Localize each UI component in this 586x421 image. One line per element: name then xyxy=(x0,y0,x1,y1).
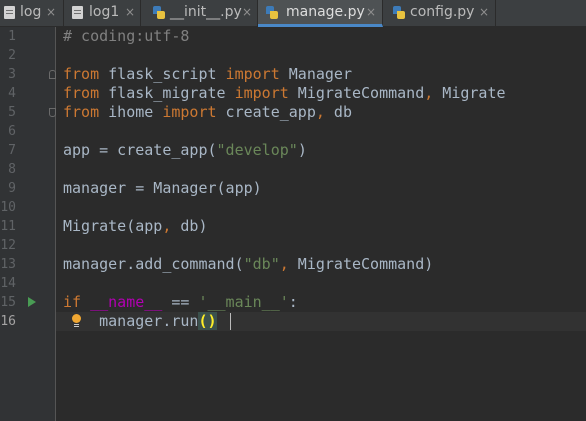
close-icon[interactable]: × xyxy=(242,6,252,18)
tab-label: config.py xyxy=(410,4,475,20)
code-line: manager.run() xyxy=(63,312,217,331)
close-icon[interactable]: × xyxy=(125,6,135,18)
line-number: 11 xyxy=(0,219,16,234)
line-number: 15 xyxy=(0,295,16,310)
tab-init-py[interactable]: __init__.py × xyxy=(141,0,258,27)
code-token: MigrateCommand) xyxy=(288,255,434,273)
tab-label: manage.py xyxy=(286,4,365,20)
code-token: '__main__' xyxy=(198,293,289,311)
code-token: __name__ xyxy=(90,293,163,311)
tab-manage-py[interactable]: manage.py × xyxy=(258,0,383,27)
code-token: MigrateCommand xyxy=(288,84,425,102)
code-token: Migrate(app xyxy=(63,217,163,235)
line-number: 13 xyxy=(0,257,16,272)
code-token: : xyxy=(288,293,298,311)
tab-log1[interactable]: log1 × xyxy=(64,0,141,27)
code-line: from flask_migrate import MigrateCommand… xyxy=(63,84,506,103)
code-token: from xyxy=(63,84,100,102)
code-token: db xyxy=(324,103,352,121)
code-token: manager.run xyxy=(63,312,199,330)
code-line: from flask_script import Manager xyxy=(63,65,352,84)
tab-config-py[interactable]: config.py × xyxy=(383,0,496,27)
code-token: from xyxy=(63,65,100,83)
code-token: create_app xyxy=(216,103,316,121)
fold-start-icon[interactable] xyxy=(49,70,56,79)
code-token: , xyxy=(424,84,434,102)
code-token: , xyxy=(315,103,325,121)
line-number: 4 xyxy=(8,86,16,101)
code-token: ihome xyxy=(99,103,163,121)
code-token: flask_script xyxy=(99,65,226,83)
line-number: 12 xyxy=(0,238,16,253)
line-number-gutter[interactable]: 1 2 3 4 5 6 7 8 9 10 11 12 13 14 15 16 xyxy=(0,27,56,421)
code-editor[interactable]: # coding:utf-8 from flask_script import … xyxy=(56,27,586,421)
line-number: 14 xyxy=(0,276,16,291)
code-token: "develop" xyxy=(216,141,298,159)
run-arrow-icon[interactable] xyxy=(28,297,36,307)
close-icon[interactable]: × xyxy=(46,6,56,18)
fold-end-icon[interactable] xyxy=(49,108,56,117)
tab-label: log xyxy=(20,4,42,20)
code-line: if __name__ == '__main__': xyxy=(63,293,298,312)
code-token: import xyxy=(234,84,289,102)
line-number: 7 xyxy=(8,143,16,158)
code-token: == xyxy=(162,293,199,311)
line-number: 9 xyxy=(8,181,16,196)
text-file-icon xyxy=(4,6,15,19)
code-line: manager = Manager(app) xyxy=(63,179,262,198)
code-line: # coding:utf-8 xyxy=(63,27,189,46)
code-token: () xyxy=(198,312,217,330)
line-number: 6 xyxy=(8,124,16,139)
code-token: Manager xyxy=(279,65,352,83)
code-token: manager = Manager(app) xyxy=(63,179,262,197)
code-token: ) xyxy=(297,141,307,159)
line-number: 5 xyxy=(8,105,16,120)
python-file-icon xyxy=(393,6,405,19)
python-file-icon xyxy=(266,6,278,19)
code-token: db) xyxy=(171,217,208,235)
code-line: from ihome import create_app, db xyxy=(63,103,352,122)
code-line: app = create_app("develop") xyxy=(63,141,307,160)
code-line: manager.add_command("db", MigrateCommand… xyxy=(63,255,433,274)
code-token: # coding:utf-8 xyxy=(63,27,190,45)
code-token: if xyxy=(63,293,82,311)
close-icon[interactable]: × xyxy=(479,6,489,18)
code-token: manager.add_command( xyxy=(63,255,244,273)
text-file-icon xyxy=(72,6,83,19)
line-number: 1 xyxy=(8,29,16,44)
tab-label: __init__.py xyxy=(170,4,242,20)
line-number: 10 xyxy=(0,200,16,215)
lightbulb-icon[interactable] xyxy=(71,314,82,330)
code-token: flask_migrate xyxy=(99,84,235,102)
close-icon[interactable]: × xyxy=(366,6,376,18)
code-token: "db" xyxy=(243,255,280,273)
text-caret xyxy=(230,313,231,330)
line-number-current: 16 xyxy=(0,314,16,329)
code-token: from xyxy=(63,103,100,121)
code-token: Migrate xyxy=(433,84,506,102)
code-token: import xyxy=(162,103,217,121)
code-token: , xyxy=(279,255,289,273)
code-token: app = create_app( xyxy=(63,141,217,159)
line-number: 2 xyxy=(8,48,16,63)
line-number: 8 xyxy=(8,162,16,177)
tab-log[interactable]: log × xyxy=(0,0,64,27)
line-number: 3 xyxy=(8,67,16,82)
code-line: Migrate(app, db) xyxy=(63,217,208,236)
python-file-icon xyxy=(153,6,165,19)
editor-window: log × log1 × __init__.py × manage.py × c… xyxy=(0,0,586,421)
editor-tab-bar: log × log1 × __init__.py × manage.py × c… xyxy=(0,0,586,27)
code-token: import xyxy=(225,65,280,83)
tab-label: log1 xyxy=(89,4,120,20)
